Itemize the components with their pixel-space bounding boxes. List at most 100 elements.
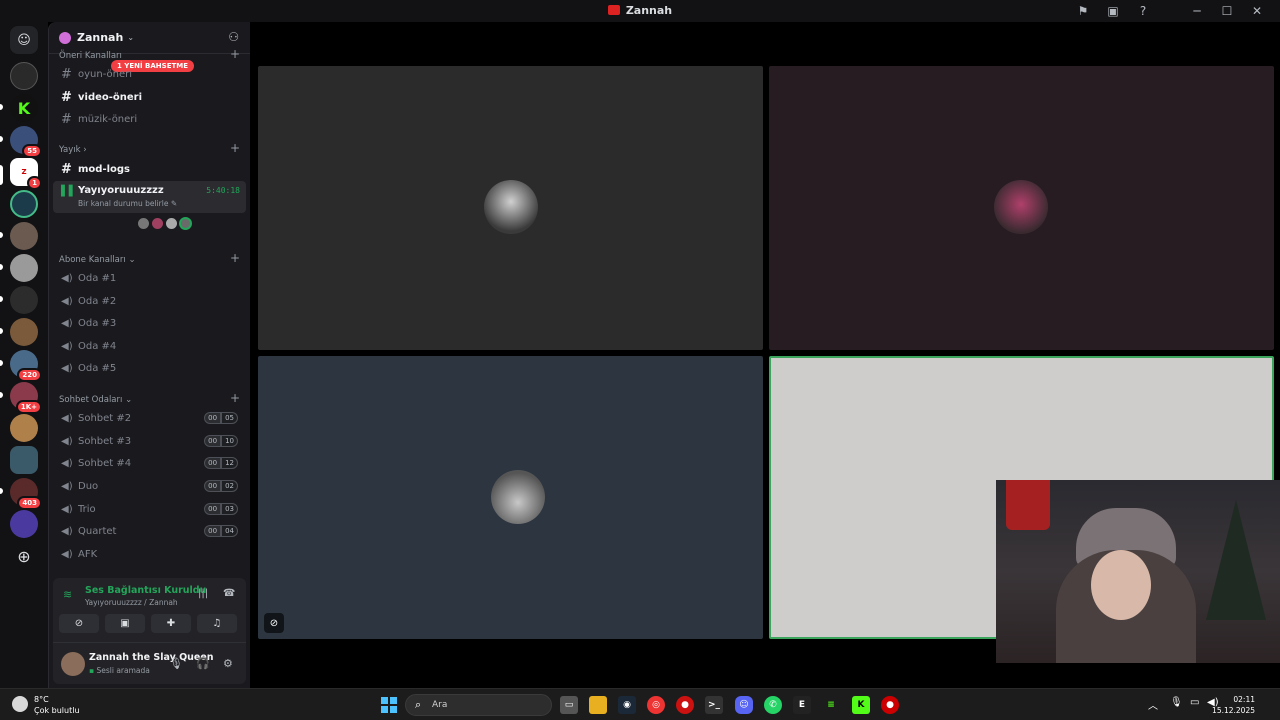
server-icon[interactable]: 403	[10, 478, 42, 510]
discord-icon[interactable]: ☺	[735, 696, 753, 714]
channel-mod-logs[interactable]: # mod-logs	[53, 159, 246, 179]
server-icon[interactable]	[10, 510, 38, 538]
server-icon[interactable]	[10, 318, 38, 346]
voice-room[interactable]: ◀) Oda #5	[53, 358, 246, 378]
category-sohbet[interactable]: Sohbet Odaları ⌄	[59, 395, 132, 405]
nvidia-icon[interactable]: ≡	[822, 696, 840, 714]
server-icon[interactable]	[10, 190, 38, 218]
category-abone[interactable]: Abone Kanalları ⌄	[59, 255, 136, 265]
participant-avatar	[491, 470, 545, 524]
username[interactable]: Zannah the Slay Queen	[89, 652, 214, 663]
headphones-icon[interactable]: 🎧	[196, 657, 210, 670]
app-icon[interactable]: ●	[676, 696, 694, 714]
voice-room[interactable]: ◀) Sohbet #4 00 12	[53, 453, 246, 473]
channel-oyun-oneri[interactable]: # oyun-önerı	[53, 64, 246, 84]
avatar[interactable]	[179, 217, 192, 230]
disconnect-icon[interactable]: ☎	[223, 588, 235, 599]
participant-tile[interactable]: ⊘	[258, 356, 763, 639]
signal-icon[interactable]: ≋	[63, 588, 72, 601]
guild-icon	[59, 31, 71, 44]
participant-tile[interactable]	[258, 66, 763, 350]
server-icon[interactable]	[10, 62, 38, 90]
add-channel-icon[interactable]: +	[230, 141, 240, 155]
voice-room[interactable]: ◀) Sohbet #2 00 05	[53, 408, 246, 428]
guild-header[interactable]: Zannah ⌄ ⚇	[49, 22, 251, 54]
windows-start-icon[interactable]	[381, 697, 397, 713]
channel-muzik-oneri[interactable]: # müzik-öneri	[53, 109, 246, 129]
voice-room[interactable]: ◀) AFK	[53, 544, 246, 564]
selected-indicator	[0, 165, 3, 185]
voice-room[interactable]: ◀) Oda #4	[53, 336, 246, 356]
kick-icon[interactable]: K	[852, 696, 870, 714]
screen-icon[interactable]: ▣	[1098, 2, 1128, 20]
server-icon[interactable]	[10, 414, 38, 442]
soundboard-button[interactable]: ♫	[197, 614, 237, 633]
clock[interactable]: 02:11 15.12.2025	[1212, 694, 1255, 716]
avatar[interactable]	[61, 652, 85, 676]
minimize-icon[interactable]: ─	[1182, 2, 1212, 20]
participant-tile[interactable]	[769, 66, 1274, 350]
server-icon[interactable]: 220	[10, 350, 42, 382]
voice-room[interactable]: ◀) Duo 00 02	[53, 476, 246, 496]
maximize-icon[interactable]: ☐	[1212, 2, 1242, 20]
voice-room[interactable]: ◀) Sohbet #3 00 10	[53, 431, 246, 451]
server-icon[interactable]: Z1	[10, 158, 42, 190]
channel-video-oneri[interactable]: # video-öneri	[53, 87, 246, 107]
close-icon[interactable]: ✕	[1242, 2, 1272, 20]
add-channel-icon[interactable]: +	[230, 47, 240, 61]
channel-sidebar: Zannah ⌄ ⚇ Öneri Kanalları + 1 YENİ BAHS…	[48, 22, 251, 688]
server-icon[interactable]	[10, 446, 38, 474]
avatar[interactable]	[151, 217, 164, 230]
server-icon[interactable]	[10, 254, 38, 282]
camera-button[interactable]: ⊘	[59, 614, 99, 633]
add-channel-icon[interactable]: +	[230, 391, 240, 405]
category-oneri[interactable]: Öneri Kanalları	[59, 51, 122, 61]
weather-temp[interactable]: 8°C	[34, 695, 49, 704]
microphone-icon[interactable]: 🎙	[169, 657, 183, 670]
app-icon[interactable]: ●	[881, 696, 899, 714]
voice-room[interactable]: ◀) Quartet 00 04	[53, 521, 246, 541]
server-avatar	[10, 62, 38, 90]
server-icon[interactable]: 55	[10, 126, 42, 158]
category-yayik[interactable]: Yayık ›	[59, 145, 87, 155]
connection-subtitle[interactable]: Yayıyoruuuzzzz / Zannah	[85, 598, 178, 607]
active-voice-channel[interactable]: ▌▌ Yayıyoruuuzzzz Bir kanal durumu belir…	[53, 181, 246, 213]
voice-room[interactable]: ◀) Oda #2	[53, 291, 246, 311]
epic-games-icon[interactable]: E	[793, 696, 811, 714]
voice-room[interactable]: ◀) Oda #3	[53, 313, 246, 333]
voice-room[interactable]: ◀) Oda #1	[53, 268, 246, 288]
server-icon[interactable]: 1K+	[10, 382, 42, 414]
terminal-icon[interactable]: >_	[705, 696, 723, 714]
inbox-icon[interactable]: ⚑	[1068, 2, 1098, 20]
add-server-button[interactable]: ⊕	[10, 542, 38, 570]
steam-icon[interactable]: ◉	[618, 696, 636, 714]
connection-status[interactable]: Ses Bağlantısı Kuruldu	[85, 585, 206, 596]
screen-share-button[interactable]: ▣	[105, 614, 145, 633]
avatar[interactable]	[165, 217, 178, 230]
taskbar-search[interactable]: ⌕ Ara	[405, 694, 552, 716]
file-explorer-icon[interactable]	[589, 696, 607, 714]
server-avatar	[10, 446, 38, 474]
home-button[interactable]: ☺	[10, 26, 38, 54]
activities-button[interactable]: ✚	[151, 614, 191, 633]
channel-status[interactable]: Bir kanal durumu belirle ✎	[78, 199, 177, 208]
whatsapp-icon[interactable]: ✆	[764, 696, 782, 714]
invite-people-icon[interactable]: ⚇	[228, 30, 239, 44]
server-icon[interactable]	[10, 222, 38, 250]
noise-suppression-icon[interactable]: |||	[198, 588, 208, 599]
add-channel-icon[interactable]: +	[230, 251, 240, 265]
tray-chevron-icon[interactable]: ︿	[1148, 697, 1158, 712]
unread-indicator	[0, 328, 3, 334]
avatar[interactable]	[137, 217, 150, 230]
weather-desc[interactable]: Çok bulutlu	[34, 706, 80, 715]
gear-icon[interactable]: ⚙	[223, 657, 233, 670]
chrome-icon[interactable]: ◎	[647, 696, 665, 714]
help-icon[interactable]: ?	[1128, 2, 1158, 20]
microphone-icon[interactable]: 🎙	[1170, 697, 1183, 708]
network-icon[interactable]: ▭	[1190, 697, 1199, 708]
voice-room[interactable]: ◀) Trio 00 03	[53, 499, 246, 519]
weather-cloud-icon[interactable]	[12, 696, 28, 712]
task-view-icon[interactable]: ▭	[560, 696, 578, 714]
server-icon[interactable]	[10, 286, 38, 314]
server-icon[interactable]: K	[10, 94, 38, 122]
